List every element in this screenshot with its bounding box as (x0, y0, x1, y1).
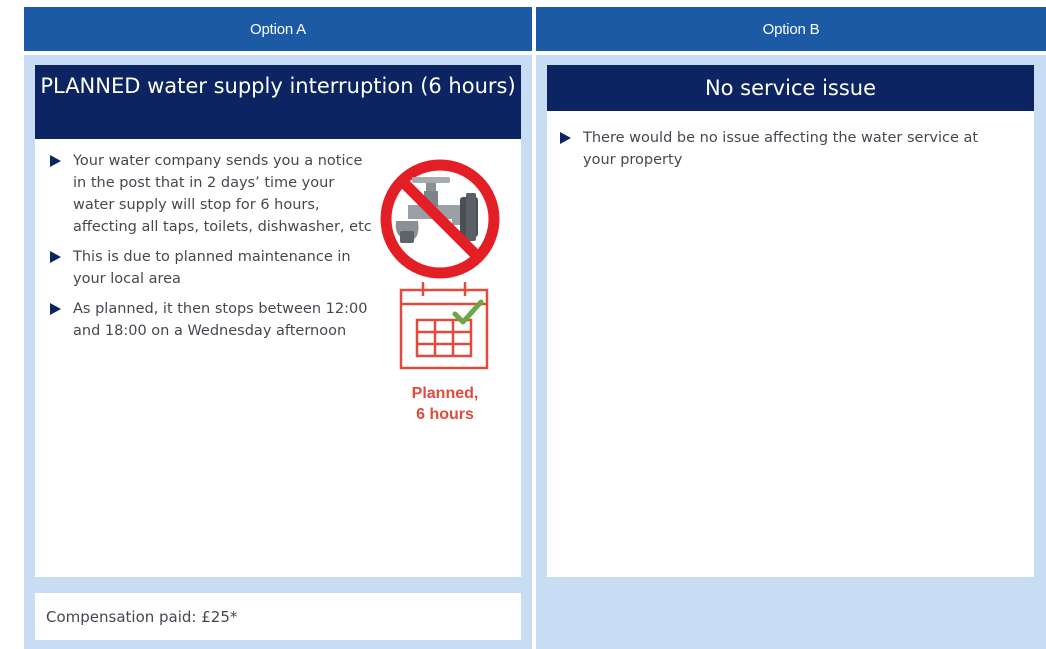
option-b-column: Option B No service issue There would be… (536, 7, 1046, 649)
bullet-text: Your water company sends you a notice in… (73, 153, 372, 235)
list-item: Your water company sends you a notice in… (49, 150, 379, 238)
planned-caption-line1: Planned, (411, 385, 479, 402)
option-b-panel: No service issue There would be no issue… (536, 55, 1046, 649)
no-water-tap-icon (380, 159, 500, 279)
triangle-bullet-icon (50, 155, 61, 167)
option-b-title-text: No service issue (704, 76, 877, 100)
option-b-header-label: Option B (762, 20, 820, 38)
triangle-bullet-icon (50, 303, 61, 315)
option-b-bullet-list: There would be no issue affecting the wa… (559, 127, 1009, 179)
option-a-panel: PLANNED water supply interruption (6 hou… (24, 55, 532, 649)
option-b-card: No service issue There would be no issue… (547, 65, 1034, 577)
triangle-bullet-icon (50, 251, 61, 263)
list-item: There would be no issue affecting the wa… (559, 127, 1009, 171)
option-a-column: Option A PLANNED water supply interrupti… (24, 7, 532, 649)
calendar-check-icon (399, 282, 489, 370)
option-a-header-label: Option A (250, 20, 306, 38)
planned-caption-line2: 6 hours (416, 406, 474, 423)
option-a-title-rest: water supply interruption (6 hours) (140, 74, 516, 98)
option-b-header: Option B (536, 7, 1046, 51)
option-b-title: No service issue (547, 65, 1034, 111)
option-a-title: PLANNED water supply interruption (6 hou… (35, 65, 521, 139)
list-item: This is due to planned maintenance in yo… (49, 246, 379, 290)
option-a-bullet-list: Your water company sends you a notice in… (49, 150, 379, 350)
bullet-text: This is due to planned maintenance in yo… (73, 249, 351, 287)
planned-caption: Planned, 6 hours (375, 383, 515, 425)
option-a-header: Option A (24, 7, 532, 51)
option-a-card: PLANNED water supply interruption (6 hou… (35, 65, 521, 577)
options-comparison: Option A PLANNED water supply interrupti… (24, 7, 1046, 649)
triangle-bullet-icon (560, 132, 571, 144)
option-a-title-strong: PLANNED (40, 74, 141, 98)
compensation-box: Compensation paid: £25* (35, 593, 521, 640)
compensation-text: Compensation paid: £25* (46, 607, 238, 626)
bullet-text: There would be no issue affecting the wa… (583, 130, 979, 168)
bullet-text: As planned, it then stops between 12:00 … (73, 301, 368, 339)
list-item: As planned, it then stops between 12:00 … (49, 298, 379, 342)
